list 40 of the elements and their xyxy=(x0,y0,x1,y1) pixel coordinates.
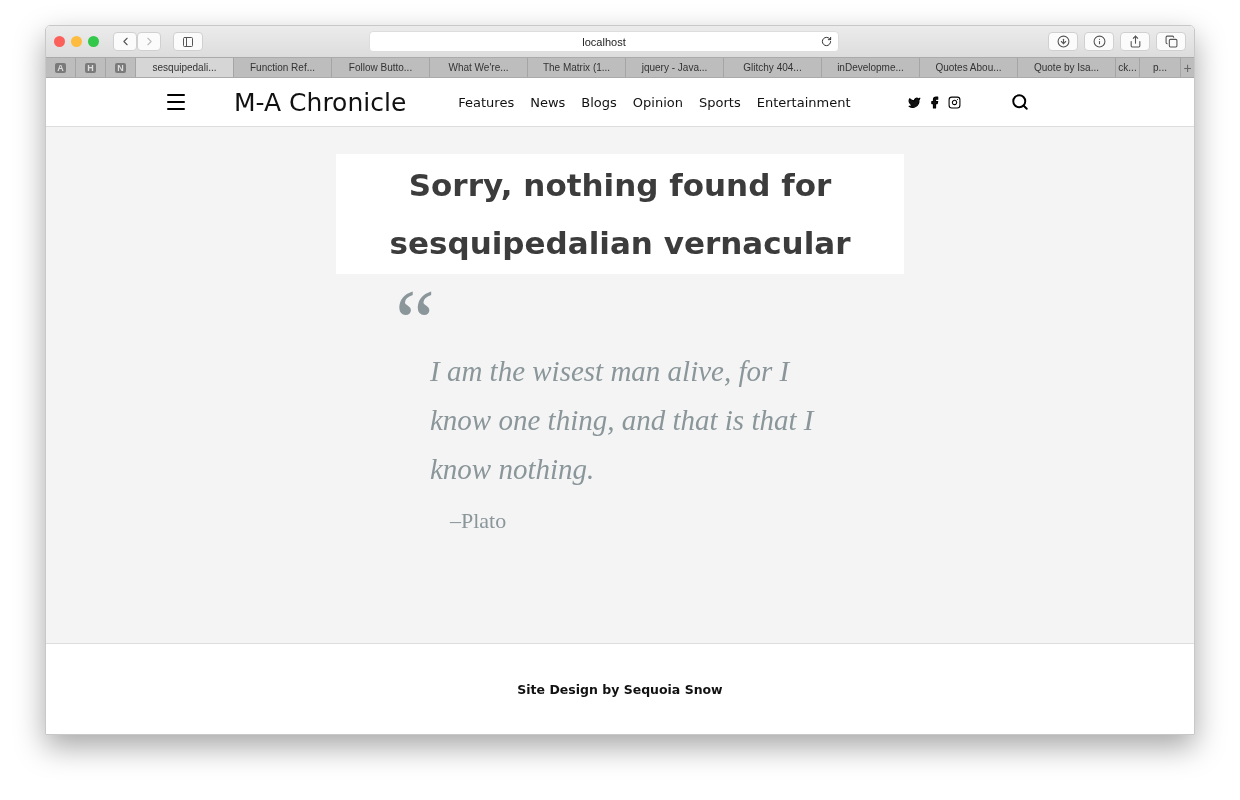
browser-tab[interactable]: sesquipedali... xyxy=(136,58,234,77)
share-button[interactable] xyxy=(1120,32,1150,51)
browser-tab[interactable]: Quotes Abou... xyxy=(920,58,1018,77)
quote-text: I am the wisest man alive, for I know one thing, and that is that I know nothing. xyxy=(430,354,816,487)
downloads-button[interactable] xyxy=(1048,32,1078,51)
info-icon xyxy=(1092,35,1106,48)
quote-author: –Plato xyxy=(450,508,508,534)
search-icon[interactable] xyxy=(1011,93,1030,111)
quote-mark: “ xyxy=(395,277,435,347)
sidebar-icon xyxy=(182,35,194,48)
browser-tab[interactable]: jquery - Java... xyxy=(626,58,724,77)
page-heading: Sorry, nothing found for sesquipedalian vernacular xyxy=(336,154,904,274)
instagram-icon[interactable] xyxy=(948,95,962,109)
back-button[interactable] xyxy=(113,32,137,51)
address-bar[interactable]: localhost xyxy=(369,31,839,52)
sidebar-button[interactable] xyxy=(173,32,203,51)
browser-tab[interactable]: inDevelopme... xyxy=(822,58,920,77)
nav-link[interactable]: News xyxy=(530,94,566,110)
twitter-icon[interactable] xyxy=(908,95,922,109)
tabs-icon xyxy=(1164,35,1178,48)
browser-tab[interactable]: Follow Butto... xyxy=(332,58,430,77)
footer-credit: Site Design by Sequoia Snow xyxy=(517,681,723,697)
nav-link[interactable]: Blogs xyxy=(581,94,617,110)
site-logo[interactable]: M-A Chronicle xyxy=(234,87,407,117)
browser-tab[interactable]: The Matrix (1... xyxy=(528,58,626,77)
download-icon xyxy=(1056,35,1070,48)
tabs-button[interactable] xyxy=(1156,32,1186,51)
nav-link[interactable]: Sports xyxy=(699,94,741,110)
nav-link[interactable]: Entertainment xyxy=(756,94,851,110)
browser-tab[interactable]: Glitchy 404... xyxy=(724,58,822,77)
nav-link[interactable]: Opinion xyxy=(632,94,683,110)
browser-tab[interactable]: ck... xyxy=(1116,58,1140,77)
share-icon xyxy=(1128,35,1142,48)
browser-tab[interactable]: Quote by Isa... xyxy=(1018,58,1116,77)
nav-link[interactable]: Features xyxy=(458,94,515,110)
browser-tab[interactable]: p... xyxy=(1140,58,1181,77)
browser-tab[interactable]: Function Ref... xyxy=(234,58,332,77)
reload-icon[interactable] xyxy=(821,36,832,47)
browser-tab[interactable]: What We're... xyxy=(430,58,528,77)
info-button[interactable] xyxy=(1084,32,1114,51)
